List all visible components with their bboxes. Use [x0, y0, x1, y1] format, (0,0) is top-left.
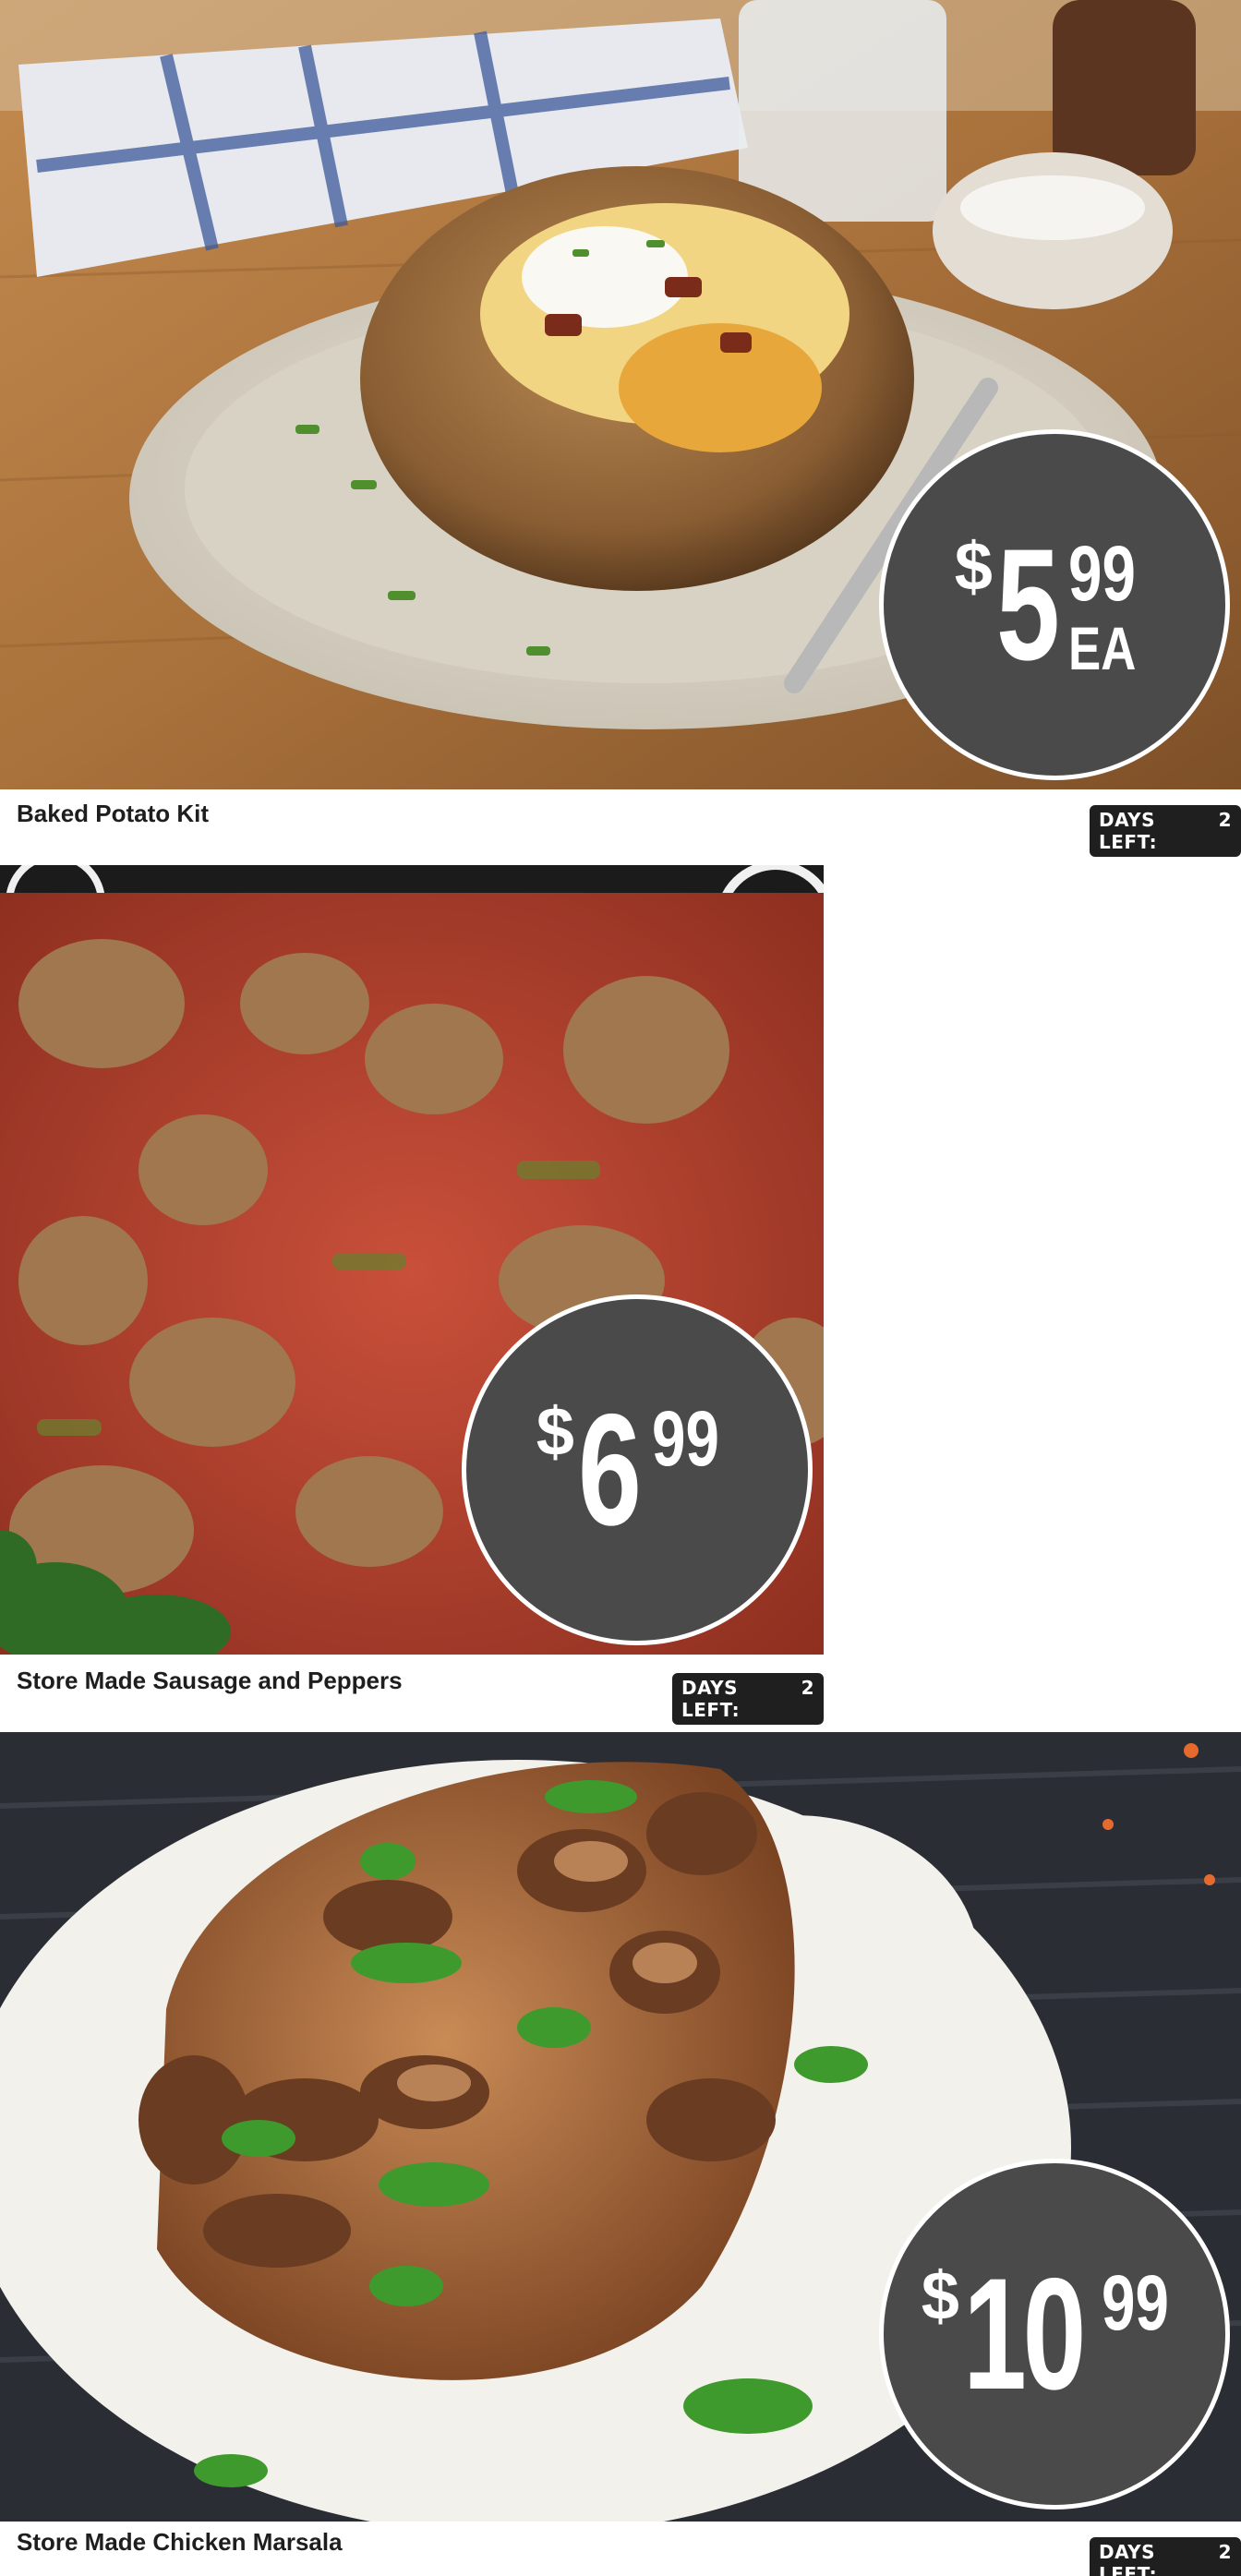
price-whole: 6	[577, 1381, 642, 1559]
days-left-value: 2	[1218, 809, 1232, 831]
days-left-badge: DAYS LEFT: 2	[672, 1673, 824, 1725]
product-card-sausage-peppers[interactable]: $ 6 99 Store Made Sausage and Peppers DA…	[0, 865, 824, 1725]
product-name[interactable]: Baked Potato Kit	[17, 800, 209, 828]
price-dollar-sign: $	[954, 528, 993, 605]
price-whole: 5	[995, 516, 1060, 693]
product-name[interactable]: Store Made Chicken Marsala	[17, 2528, 343, 2557]
days-left-value: 2	[801, 1677, 814, 1699]
price-badge: $ 5 99 EA	[879, 429, 1230, 780]
price-unit: EA	[1067, 614, 1137, 682]
product-card-baked-potato[interactable]: $ 5 99 EA Baked Potato Kit DAYS LEFT: 2	[0, 0, 1241, 857]
price-badge: $ 6 99	[462, 1294, 813, 1645]
days-left-label: DAYS LEFT:	[681, 1677, 741, 1721]
days-left-label: DAYS LEFT:	[1099, 2541, 1158, 2576]
price-dollar-sign: $	[921, 2257, 959, 2334]
days-left-label: DAYS LEFT:	[1099, 809, 1158, 853]
days-left-value: 2	[1218, 2541, 1232, 2563]
product-card-chicken-marsala[interactable]: $ 10 99 Store Made Chicken Marsala DAYS …	[0, 1732, 1241, 2576]
price-cents: 99	[1101, 2259, 1169, 2346]
days-left-badge: DAYS LEFT: 2	[1090, 805, 1241, 857]
price-whole: 10	[962, 2245, 1086, 2423]
price-cents: 99	[651, 1395, 719, 1482]
price-badge: $ 10 99	[879, 2159, 1230, 2510]
days-left-badge: DAYS LEFT: 2	[1090, 2537, 1241, 2576]
price-dollar-sign: $	[536, 1393, 574, 1470]
price-cents: 99	[1067, 530, 1136, 617]
product-name[interactable]: Store Made Sausage and Peppers	[17, 1667, 403, 1695]
